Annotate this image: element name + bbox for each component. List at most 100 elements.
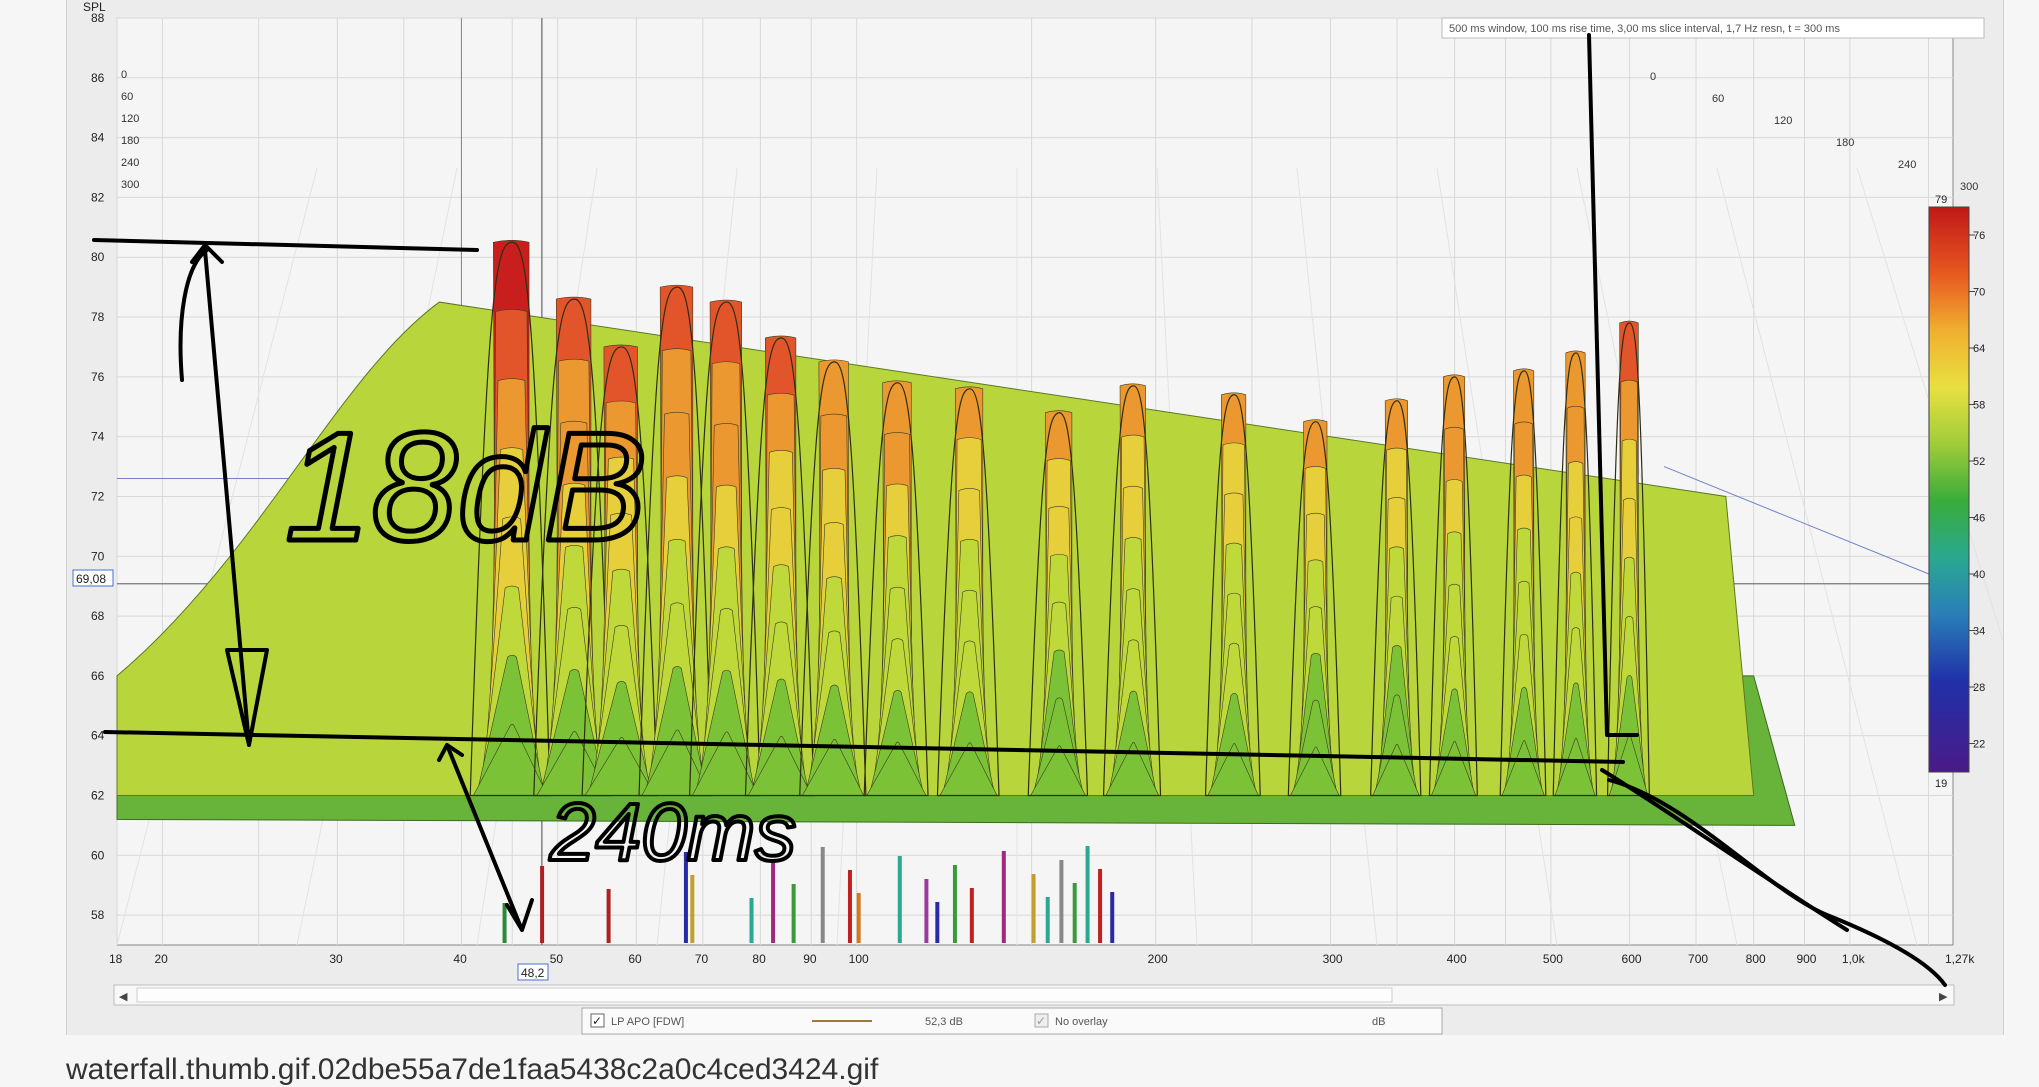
legend-series-name: LP APO [FDW]: [611, 1016, 684, 1028]
z-tick-right-300: 300: [1960, 181, 1978, 193]
x-tick-800: 800: [1746, 952, 1766, 966]
y-tick-80: 80: [91, 250, 105, 264]
x-tick-900: 900: [1796, 952, 1816, 966]
x-tick-600: 600: [1622, 952, 1642, 966]
z-tick-left-0: 0: [121, 69, 127, 81]
colorbar-tick-76: 76: [1973, 230, 1985, 242]
x-tick-200: 200: [1148, 952, 1168, 966]
x-tick-70: 70: [695, 952, 709, 966]
y-tick-84: 84: [91, 131, 105, 145]
legend-bar: ✓ LP APO [FDW] 52,3 dB ✓ No overlay dB: [581, 1007, 1443, 1035]
legend-unit: dB: [1372, 1016, 1385, 1028]
frequency-bar: [540, 866, 545, 943]
y-tick-62: 62: [91, 788, 105, 802]
frequency-bar: [820, 847, 825, 943]
y-tick-78: 78: [91, 310, 105, 324]
z-tick-left-180: 180: [121, 135, 139, 147]
x-tick-30: 30: [329, 952, 343, 966]
y-tick-68: 68: [91, 609, 105, 623]
x-tick-500: 500: [1543, 952, 1563, 966]
frequency-bar: [935, 902, 940, 943]
x-tick-18: 18: [109, 952, 123, 966]
colorbar-tick-52: 52: [1973, 456, 1985, 468]
y-tick-86: 86: [91, 71, 105, 85]
y-cursor-box[interactable]: 69,08: [72, 569, 114, 587]
frequency-bar: [1098, 869, 1103, 943]
waterfall-chart: 8886848280787674727068666462605818 20 30 40…: [72, 0, 2039, 1035]
x-cursor-value: 48,2: [521, 966, 545, 980]
y-tick-58: 58: [91, 908, 105, 922]
z-tick-left-300: 300: [121, 179, 139, 191]
colorbar-min: 19: [1935, 778, 1947, 790]
x-tick-400: 400: [1447, 952, 1467, 966]
y-tick-74: 74: [91, 430, 105, 444]
info-text: 500 ms window, 100 ms rise time, 3,00 ms…: [1449, 23, 1840, 35]
x-tick-60: 60: [628, 952, 642, 966]
frequency-bar: [856, 893, 861, 943]
horizontal-scrollbar[interactable]: ◀ ▶: [113, 984, 1955, 1006]
check-icon: ✓: [592, 1014, 602, 1028]
frequency-bar: [897, 856, 902, 943]
frequency-bar: [1045, 897, 1050, 943]
z-tick-left-120: 120: [121, 113, 139, 125]
z-tick-right-0: 0: [1650, 71, 1656, 83]
z-tick-right-180: 180: [1836, 137, 1854, 149]
legend-value: 52,3 dB: [925, 1016, 963, 1028]
x-tick-40: 40: [453, 952, 467, 966]
scroll-left-icon[interactable]: ◀: [119, 991, 128, 1003]
y-tick-76: 76: [91, 370, 105, 384]
image-caption: waterfall.thumb.gif.02dbe55a7de1faa5438c…: [66, 1053, 879, 1086]
x-tick-1,0k: 1,0k: [1842, 952, 1866, 966]
frequency-bar: [1085, 846, 1090, 943]
frequency-bar: [791, 884, 796, 943]
z-tick-left-240: 240: [121, 157, 139, 169]
colorbar-tick-70: 70: [1973, 287, 1985, 299]
frequency-bar: [502, 903, 507, 943]
x-tick-20: 20: [154, 952, 168, 966]
colorbar-tick-46: 46: [1973, 513, 1985, 525]
y-cursor-value: 69,08: [76, 572, 106, 586]
scrollbar-thumb[interactable]: [136, 987, 1393, 1003]
frequency-bar: [1110, 892, 1115, 943]
frequency-bar: [690, 875, 695, 943]
y-tick-70: 70: [91, 549, 105, 563]
colorbar-tick-28: 28: [1973, 682, 1985, 694]
frequency-bar: [952, 865, 957, 943]
z-tick-right-120: 120: [1774, 115, 1792, 127]
z-tick-right-240: 240: [1898, 159, 1916, 171]
x-cursor-box[interactable]: 48,2: [517, 963, 549, 981]
y-tick-72: 72: [91, 489, 105, 503]
y-tick-82: 82: [91, 190, 105, 204]
annotation-level: 18dB: [285, 400, 647, 573]
z-tick-left-60: 60: [121, 91, 133, 103]
y-tick-66: 66: [91, 669, 105, 683]
colorbar-tick-22: 22: [1973, 739, 1985, 751]
x-tick-50: 50: [550, 952, 564, 966]
legend-overlay: No overlay: [1055, 1016, 1108, 1028]
annotation-time: 240ms: [549, 787, 796, 878]
frequency-bar: [1001, 851, 1006, 943]
scroll-right-icon[interactable]: ▶: [1939, 991, 1948, 1003]
frequency-bar: [1031, 874, 1036, 943]
x-tick-1,27k: 1,27k: [1945, 952, 1975, 966]
colorbar-tick-64: 64: [1973, 343, 1985, 355]
rew-window: 88 86 84 82 80 78 76 74 72 70 68 66 64 62 60 58 18 20 30 40…: [66, 0, 2039, 1035]
frequency-bar: [969, 888, 974, 943]
x-tick-700: 700: [1688, 952, 1708, 966]
colorbar: 79 19 76 70 64 58 52 46 40 34 28 22: [1928, 194, 1985, 790]
y-tick-64: 64: [91, 729, 105, 743]
x-tick-90: 90: [803, 952, 817, 966]
colorbar-tick-34: 34: [1973, 626, 1985, 638]
x-tick-100: 100: [849, 952, 869, 966]
x-tick-300: 300: [1323, 952, 1343, 966]
frequency-bar: [1072, 883, 1077, 943]
frequency-bar: [749, 898, 754, 943]
x-tick-80: 80: [752, 952, 766, 966]
overlay-check-icon: ✓: [1036, 1014, 1046, 1028]
frequency-bar: [847, 870, 852, 943]
colorbar-max: 79: [1935, 194, 1947, 206]
frequency-bar: [1059, 860, 1064, 943]
z-tick-right-60: 60: [1712, 93, 1724, 105]
colorbar-tick-58: 58: [1973, 400, 1985, 412]
y-tick-60: 60: [91, 848, 105, 862]
